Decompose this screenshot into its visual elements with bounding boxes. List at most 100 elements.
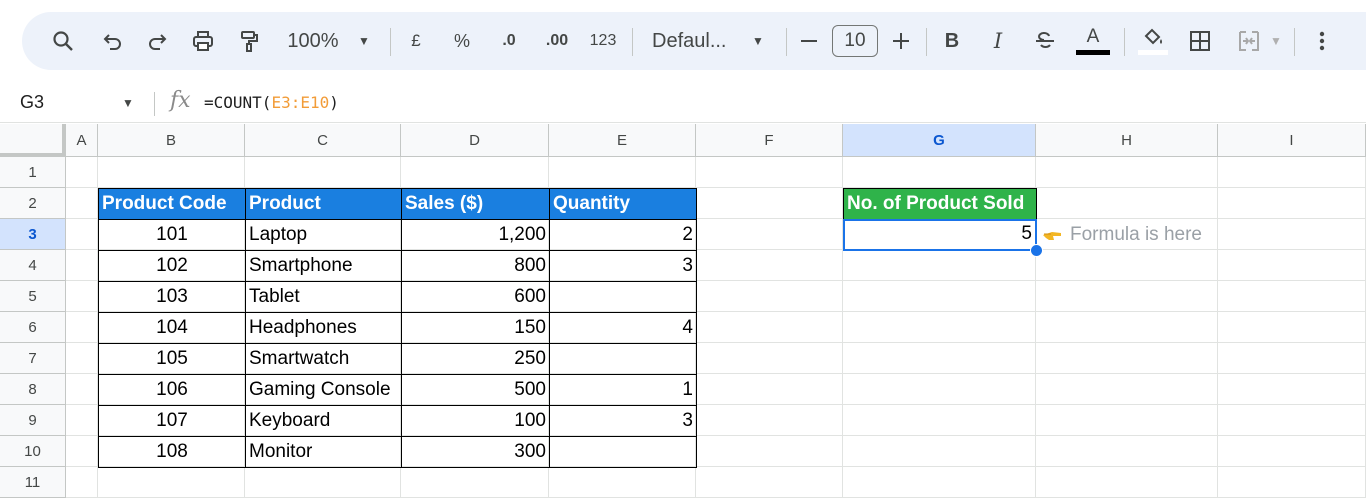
- undo-icon[interactable]: [98, 12, 128, 70]
- table-cell[interactable]: 105: [98, 343, 246, 375]
- table-cell[interactable]: 103: [98, 281, 246, 313]
- grid-cell[interactable]: [696, 157, 843, 188]
- row-header-11[interactable]: 11: [0, 467, 66, 498]
- paint-format-icon[interactable]: [234, 12, 264, 70]
- table-cell[interactable]: 2: [549, 219, 697, 251]
- table-cell[interactable]: 600: [401, 281, 550, 313]
- grid-cell[interactable]: [549, 157, 696, 188]
- table-header-cell[interactable]: Quantity: [549, 188, 697, 220]
- italic-button[interactable]: I: [986, 12, 1010, 70]
- text-color-button[interactable]: A: [1076, 12, 1110, 70]
- table-cell[interactable]: 300: [401, 436, 550, 468]
- grid-cell[interactable]: [843, 343, 1036, 374]
- row-header-9[interactable]: 9: [0, 405, 66, 436]
- row-header-5[interactable]: 5: [0, 281, 66, 312]
- grid-cell[interactable]: [843, 281, 1036, 312]
- grid-cell[interactable]: [66, 405, 98, 436]
- table-cell[interactable]: 106: [98, 374, 246, 406]
- grid-cell[interactable]: [66, 343, 98, 374]
- grid-cell[interactable]: [843, 250, 1036, 281]
- grid-cell[interactable]: [696, 374, 843, 405]
- name-box[interactable]: G3: [20, 92, 44, 113]
- grid-cell[interactable]: [1218, 467, 1366, 498]
- grid-cell[interactable]: [66, 188, 98, 219]
- grid-cell[interactable]: [1218, 157, 1366, 188]
- grid-cell[interactable]: [843, 157, 1036, 188]
- table-cell[interactable]: Monitor: [245, 436, 402, 468]
- row-header-8[interactable]: 8: [0, 374, 66, 405]
- zoom-dropdown-icon[interactable]: ▼: [354, 12, 374, 70]
- grid-cell[interactable]: [1218, 219, 1366, 250]
- grid-cell[interactable]: [98, 467, 245, 498]
- grid-cell[interactable]: [245, 467, 401, 498]
- decrease-decimal-button[interactable]: .0: [494, 12, 524, 70]
- grid-cell[interactable]: [1036, 250, 1218, 281]
- table-cell[interactable]: 4: [549, 312, 697, 344]
- grid-cell[interactable]: [696, 436, 843, 467]
- more-options-icon[interactable]: [1310, 12, 1334, 70]
- table-cell[interactable]: 104: [98, 312, 246, 344]
- table-cell[interactable]: 500: [401, 374, 550, 406]
- search-menus-icon[interactable]: [48, 12, 78, 70]
- formula-input[interactable]: =COUNT(E3:E10): [204, 93, 339, 112]
- table-cell[interactable]: 101: [98, 219, 246, 251]
- grid-cell[interactable]: [843, 374, 1036, 405]
- select-all-corner[interactable]: [0, 124, 66, 157]
- grid-cell[interactable]: [66, 250, 98, 281]
- table-header-cell[interactable]: Product: [245, 188, 402, 220]
- grid-cell[interactable]: [66, 467, 98, 498]
- format-percent-button[interactable]: %: [450, 12, 474, 70]
- grid-cell[interactable]: [1218, 374, 1366, 405]
- grid-cell[interactable]: [696, 219, 843, 250]
- table-cell[interactable]: [549, 281, 697, 313]
- table-header-cell[interactable]: Sales ($): [401, 188, 550, 220]
- grid-cell[interactable]: [549, 467, 696, 498]
- table-cell[interactable]: 1: [549, 374, 697, 406]
- grid-cell[interactable]: [1036, 467, 1218, 498]
- grid-cell[interactable]: [1218, 343, 1366, 374]
- grid-cell[interactable]: [66, 374, 98, 405]
- grid-cell[interactable]: [696, 188, 843, 219]
- grid-cell[interactable]: [696, 312, 843, 343]
- table-cell[interactable]: Smartwatch: [245, 343, 402, 375]
- redo-icon[interactable]: [142, 12, 172, 70]
- grid-cell[interactable]: [696, 250, 843, 281]
- table-cell[interactable]: Gaming Console: [245, 374, 402, 406]
- table-cell[interactable]: [549, 343, 697, 375]
- grid-cell[interactable]: [843, 405, 1036, 436]
- row-header-10[interactable]: 10: [0, 436, 66, 467]
- format-currency-button[interactable]: £: [404, 12, 428, 70]
- table-cell[interactable]: 1,200: [401, 219, 550, 251]
- table-cell[interactable]: Tablet: [245, 281, 402, 313]
- row-header-7[interactable]: 7: [0, 343, 66, 374]
- grid-cell[interactable]: [696, 405, 843, 436]
- more-formats-button[interactable]: 123: [588, 12, 618, 70]
- grid-cell[interactable]: [843, 312, 1036, 343]
- row-header-1[interactable]: 1: [0, 157, 66, 188]
- column-header-g[interactable]: G: [843, 124, 1036, 157]
- table-cell[interactable]: 108: [98, 436, 246, 468]
- grid-cell[interactable]: [66, 219, 98, 250]
- table-cell[interactable]: 150: [401, 312, 550, 344]
- column-header-a[interactable]: A: [66, 124, 98, 157]
- row-header-4[interactable]: 4: [0, 250, 66, 281]
- increase-decimal-button[interactable]: .00: [540, 12, 574, 70]
- table-cell[interactable]: 800: [401, 250, 550, 282]
- column-header-e[interactable]: E: [549, 124, 696, 157]
- grid-cell[interactable]: [696, 281, 843, 312]
- grid-cell[interactable]: [66, 157, 98, 188]
- grid-cell[interactable]: [843, 467, 1036, 498]
- grid-cell[interactable]: [1036, 312, 1218, 343]
- grid-cell[interactable]: [1036, 157, 1218, 188]
- grid-cell[interactable]: [1036, 281, 1218, 312]
- column-header-h[interactable]: H: [1036, 124, 1218, 157]
- grid-cell[interactable]: [696, 343, 843, 374]
- grid-cell[interactable]: [1218, 312, 1366, 343]
- grid-cell[interactable]: [1218, 436, 1366, 467]
- table-cell[interactable]: Keyboard: [245, 405, 402, 437]
- column-header-d[interactable]: D: [401, 124, 549, 157]
- grid-cell[interactable]: [66, 281, 98, 312]
- table-cell[interactable]: 250: [401, 343, 550, 375]
- grid-cell[interactable]: [1218, 250, 1366, 281]
- grid-cell[interactable]: [66, 312, 98, 343]
